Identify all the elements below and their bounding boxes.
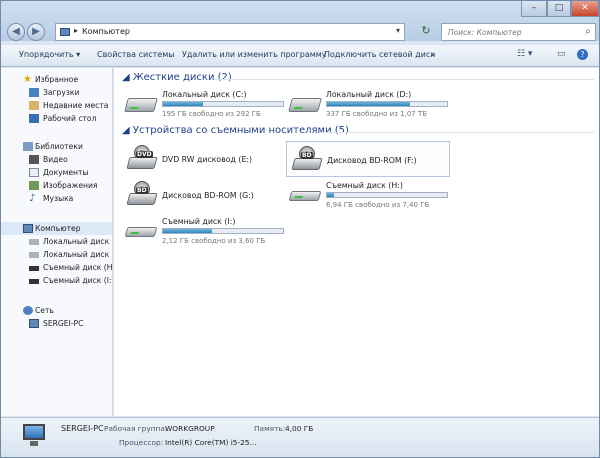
back-button[interactable]: ◀ bbox=[7, 23, 25, 41]
hard-drive-icon bbox=[288, 98, 322, 112]
computer-icon bbox=[29, 319, 39, 328]
nav-documents[interactable]: Документы bbox=[1, 166, 112, 179]
group-hard-drives[interactable]: ◢ Жесткие диски (2) bbox=[122, 72, 232, 83]
cpu-value: Intel(R) Core(TM) i5-25... bbox=[165, 438, 257, 447]
drive-c[interactable]: Локальный диск (C:) 195 ГБ свободно из 2… bbox=[122, 86, 284, 122]
drive-icon bbox=[29, 239, 39, 245]
drive-f[interactable]: BD Дисковод BD-ROM (F:) bbox=[286, 141, 450, 177]
nav-video[interactable]: Видео bbox=[1, 153, 112, 166]
nav-images[interactable]: Изображения bbox=[1, 179, 112, 192]
search-icon[interactable]: ⌕ bbox=[585, 26, 591, 37]
maximize-button[interactable]: □ bbox=[547, 1, 571, 17]
music-icon: ♪ bbox=[29, 193, 36, 204]
view-options-icon[interactable]: ☷ ▾ bbox=[517, 49, 532, 59]
nav-removable-i[interactable]: Съемный диск (I:) bbox=[1, 274, 112, 287]
search-input[interactable]: Поиск: Компьютер ⌕ bbox=[441, 23, 596, 41]
group-removable[interactable]: ◢ Устройства со съемными носителями (5) bbox=[122, 125, 349, 136]
details-pane: SERGEI-PC Рабочая группа: WORKGROUP Памя… bbox=[1, 417, 599, 457]
memory-value: 4,00 ГБ bbox=[285, 424, 314, 433]
nav-computer[interactable]: Компьютер bbox=[1, 222, 112, 235]
usage-bar bbox=[326, 101, 448, 107]
workgroup-label: Рабочая группа: bbox=[104, 424, 168, 433]
more-commands-button[interactable]: » bbox=[431, 50, 436, 59]
hard-drive-icon bbox=[124, 98, 158, 112]
computer-icon bbox=[60, 28, 70, 36]
address-dropdown-icon[interactable]: ▾ bbox=[396, 26, 400, 35]
removable-drive-icon bbox=[288, 191, 322, 201]
minimize-button[interactable]: – bbox=[521, 1, 547, 17]
forward-button[interactable]: ▶ bbox=[27, 23, 45, 41]
command-bar: Упорядочить ▾ Свойства системы Удалить и… bbox=[1, 45, 599, 67]
nav-favorites[interactable]: ★ Избранное bbox=[1, 73, 112, 86]
drive-icon bbox=[29, 252, 39, 258]
breadcrumb-computer[interactable]: Компьютер bbox=[82, 27, 130, 36]
bd-drive-icon: BD bbox=[126, 181, 158, 205]
drive-d[interactable]: Локальный диск (D:) 337 ГБ свободно из 1… bbox=[286, 86, 448, 122]
network-icon bbox=[23, 306, 33, 315]
system-properties-button[interactable]: Свойства системы bbox=[97, 50, 175, 59]
downloads-icon bbox=[29, 88, 39, 97]
search-placeholder: Поиск: Компьютер bbox=[448, 28, 522, 37]
uninstall-program-button[interactable]: Удалить или изменить программу bbox=[182, 50, 327, 59]
documents-icon bbox=[29, 168, 39, 177]
images-icon bbox=[29, 181, 39, 190]
star-icon: ★ bbox=[23, 74, 32, 85]
usage-bar bbox=[162, 228, 284, 234]
desktop-icon bbox=[29, 114, 39, 123]
drive-i[interactable]: Съемный диск (I:) 2,12 ГБ свободно из 3,… bbox=[122, 213, 284, 249]
content-pane: ◢ Жесткие диски (2) Локальный диск (C:) … bbox=[114, 68, 599, 416]
drive-e[interactable]: DVD DVD RW дисковод (E:) bbox=[122, 141, 282, 177]
cpu-label: Процессор: bbox=[119, 438, 164, 447]
nav-downloads[interactable]: Загрузки bbox=[1, 86, 112, 99]
refresh-icon[interactable]: ↻ bbox=[418, 23, 434, 41]
computer-icon bbox=[21, 424, 49, 448]
memory-label: Память: bbox=[254, 424, 286, 433]
help-icon[interactable]: ? bbox=[577, 49, 588, 60]
address-bar-area: – □ ✕ ◀ ▶ ▸ Компьютер ▾ ↻ Поиск: Компьют… bbox=[1, 1, 599, 41]
address-field[interactable]: ▸ Компьютер ▾ bbox=[55, 23, 405, 41]
workgroup-value: WORKGROUP bbox=[165, 424, 215, 433]
explorer-window: – □ ✕ ◀ ▶ ▸ Компьютер ▾ ↻ Поиск: Компьют… bbox=[0, 0, 600, 458]
usb-drive-icon bbox=[29, 279, 39, 284]
video-icon bbox=[29, 155, 39, 164]
breadcrumb-arrow-icon: ▸ bbox=[74, 26, 79, 35]
drive-g[interactable]: BD Дисковод BD-ROM (G:) bbox=[122, 177, 282, 213]
nav-music[interactable]: ♪ Музыка bbox=[1, 192, 112, 205]
usage-bar bbox=[326, 192, 448, 198]
preview-pane-icon[interactable]: ▭ bbox=[557, 49, 566, 59]
group-divider bbox=[320, 132, 594, 133]
group-divider bbox=[214, 79, 594, 80]
drive-h[interactable]: Съемный диск (H:) 6,94 ГБ свободно из 7,… bbox=[286, 177, 448, 213]
dvd-drive-icon: DVD bbox=[126, 145, 158, 169]
nav-removable-h[interactable]: Съемный диск (H:) bbox=[1, 261, 112, 274]
removable-drive-icon bbox=[124, 227, 158, 237]
usb-drive-icon bbox=[29, 266, 39, 271]
recent-places-icon bbox=[29, 101, 39, 110]
nav-disk-d[interactable]: Локальный диск (D bbox=[1, 248, 112, 261]
close-button[interactable]: ✕ bbox=[571, 1, 599, 17]
map-network-drive-button[interactable]: Подключить сетевой диск bbox=[324, 50, 435, 59]
navigation-pane: ★ Избранное Загрузки Недавние места Рабо… bbox=[1, 68, 113, 416]
organize-button[interactable]: Упорядочить ▾ bbox=[19, 50, 80, 59]
bd-drive-icon: BD bbox=[291, 146, 323, 170]
nav-recent[interactable]: Недавние места bbox=[1, 99, 112, 112]
usage-bar bbox=[162, 101, 284, 107]
nav-disk-c[interactable]: Локальный диск (C bbox=[1, 235, 112, 248]
computer-icon bbox=[23, 224, 33, 233]
nav-libraries[interactable]: Библиотеки bbox=[1, 140, 112, 153]
pc-name: SERGEI-PC bbox=[61, 424, 104, 433]
nav-sergei-pc[interactable]: SERGEI-PC bbox=[1, 317, 112, 330]
nav-network[interactable]: Сеть bbox=[1, 304, 112, 317]
nav-desktop[interactable]: Рабочий стол bbox=[1, 112, 112, 125]
libraries-icon bbox=[23, 142, 33, 151]
